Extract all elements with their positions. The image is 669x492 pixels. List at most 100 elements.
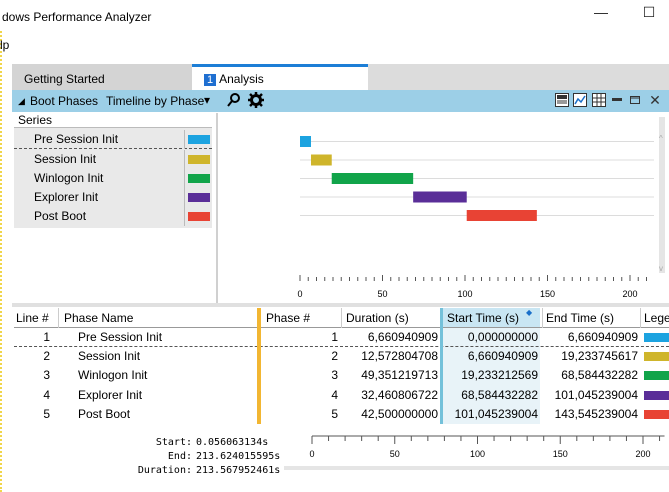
footer-end-value: 213.624015595s: [196, 451, 281, 462]
axis-tick-label: 50: [377, 289, 387, 299]
timeline-footer: Start: 0.056063134s End: 213.624015595s …: [14, 430, 669, 492]
cell-phase-name: Post Boot: [78, 406, 131, 421]
tab-analysis[interactable]: 1 Analysis: [192, 64, 368, 90]
cell-start-time: 6,660940909: [467, 349, 538, 364]
footer-start-value: 0.056063134s: [196, 437, 269, 448]
cell-duration: 6,660940909: [367, 330, 438, 344]
series-header: Series: [14, 113, 212, 128]
axis-tick-label: 150: [540, 289, 555, 299]
column-separator: [542, 308, 543, 328]
graph-only-icon[interactable]: [610, 93, 624, 107]
cell-line: 3: [43, 368, 50, 383]
collapse-triangle-icon[interactable]: ◢: [18, 96, 25, 107]
timeline-chart[interactable]: 0 50 100 150 200 ^ v: [216, 113, 669, 303]
view-preset-selector[interactable]: Timeline by Phase: [106, 94, 204, 108]
grid-view-icon[interactable]: [555, 93, 569, 107]
graph-view-icon[interactable]: [573, 93, 587, 107]
cell-phase-name: Session Init: [78, 349, 141, 364]
minimize-icon[interactable]: [628, 93, 642, 107]
cell-start-time: 19,233212569: [461, 368, 538, 383]
close-icon[interactable]: ✕: [648, 93, 662, 107]
series-label: Pre Session Init: [34, 132, 119, 146]
cell-phase-number: 4: [331, 387, 338, 402]
graphing-bar[interactable]: [440, 308, 443, 424]
tab-label: Analysis: [219, 72, 264, 86]
series-label: Explorer Init: [34, 190, 99, 204]
series-separator: [184, 188, 185, 207]
legend-color-swatch: [644, 409, 669, 419]
table-row[interactable]: 2 Session Init 2 12,572804708 6,660940909 19,…: [14, 347, 669, 366]
document-tabs: Getting Started 1 Analysis: [12, 64, 669, 90]
footer-tick-label: 100: [470, 449, 485, 459]
series-item[interactable]: Session Init: [14, 150, 212, 169]
cell-line: 5: [43, 406, 50, 421]
series-label: Post Boot: [34, 209, 87, 223]
series-separator: [184, 169, 185, 188]
minimize-window-button[interactable]: —: [586, 4, 616, 26]
menu-item-help[interactable]: lp: [0, 38, 9, 52]
column-header-phase-number[interactable]: Phase #: [266, 311, 310, 325]
tab-getting-started[interactable]: Getting Started: [12, 64, 192, 90]
series-color-swatch[interactable]: [188, 193, 210, 202]
table-row[interactable]: 4 Explorer Init 4 32,460806722 68,584432282 1…: [14, 386, 669, 405]
tab-number-badge: 1: [204, 74, 217, 86]
search-icon[interactable]: [226, 92, 242, 108]
series-color-swatch[interactable]: [188, 135, 210, 144]
legend-color-swatch: [644, 352, 669, 362]
gear-icon[interactable]: [248, 92, 264, 108]
cell-line: 1: [43, 330, 50, 344]
series-item[interactable]: Pre Session Init: [14, 130, 212, 149]
column-header-start-time[interactable]: Start Time (s): [447, 311, 519, 325]
phase-bar[interactable]: [310, 154, 332, 166]
legend-color-swatch: [644, 333, 669, 342]
series-label: Winlogon Init: [34, 171, 104, 185]
footer-time-axis[interactable]: 0 50 100 150 200: [284, 430, 669, 470]
chevron-down-icon[interactable]: ▾: [204, 93, 210, 107]
cell-duration: 32,460806722: [361, 387, 438, 402]
series-color-swatch[interactable]: [188, 174, 210, 183]
series-separator: [184, 130, 185, 149]
cell-end-time: 101,045239004: [554, 387, 638, 402]
column-separator: [341, 308, 342, 328]
footer-tick-label: 200: [635, 449, 650, 459]
tab-label: Getting Started: [24, 72, 105, 86]
column-header-legend[interactable]: Lege: [644, 311, 669, 325]
series-color-swatch[interactable]: [188, 155, 210, 164]
series-item[interactable]: Post Boot: [14, 207, 212, 226]
series-color-swatch[interactable]: [188, 212, 210, 221]
table-row[interactable]: 3 Winlogon Init 3 49,351219713 19,233212569 6…: [14, 366, 669, 385]
column-header-end-time[interactable]: End Time (s): [546, 311, 614, 325]
phase-bar[interactable]: [466, 210, 537, 221]
window-title: dows Performance Analyzer: [2, 10, 152, 24]
axis-tick-label: 200: [622, 289, 637, 299]
series-item[interactable]: Winlogon Init: [14, 169, 212, 188]
footer-tick-label: 0: [309, 449, 314, 459]
phase-bar[interactable]: [300, 136, 311, 147]
grouping-bar[interactable]: [257, 308, 261, 424]
column-separator: [58, 308, 59, 328]
cell-start-time: 68,584432282: [461, 387, 538, 402]
table-row[interactable]: 1 Pre Session Init 1 6,660940909 0,000000000…: [14, 328, 669, 347]
horizontal-scrollbar: [284, 466, 669, 470]
axis-tick-label: 100: [457, 289, 472, 299]
footer-end-label: End:: [167, 451, 192, 462]
pane-splitter[interactable]: [12, 303, 669, 307]
timeline-chart-svg[interactable]: 0 50 100 150 200 ^ v: [218, 113, 669, 303]
cell-end-time: 6,660940909: [567, 330, 638, 344]
table-view-icon[interactable]: [592, 93, 606, 107]
table-row[interactable]: 5 Post Boot 5 42,500000000 101,045239004 143,…: [14, 405, 669, 424]
table-header: Line # Phase Name Phase # Duration (s) S…: [14, 308, 669, 328]
title-bar: dows Performance Analyzer — ☐: [0, 0, 669, 30]
cell-phase-number: 1: [331, 330, 338, 344]
column-header-duration[interactable]: Duration (s): [346, 311, 409, 325]
series-item[interactable]: Explorer Init: [14, 188, 212, 207]
footer-tick-label: 50: [390, 449, 400, 459]
column-header-line[interactable]: Line #: [16, 311, 49, 325]
column-header-phase-name[interactable]: Phase Name: [64, 311, 133, 325]
phase-bar[interactable]: [413, 191, 467, 203]
sort-caret-icon[interactable]: ◆: [526, 308, 532, 317]
maximize-window-button[interactable]: ☐: [634, 4, 664, 26]
cell-phase-name: Pre Session Init: [78, 330, 163, 344]
footer-duration-value: 213.567952461s: [196, 465, 281, 476]
phase-bar[interactable]: [331, 173, 414, 184]
